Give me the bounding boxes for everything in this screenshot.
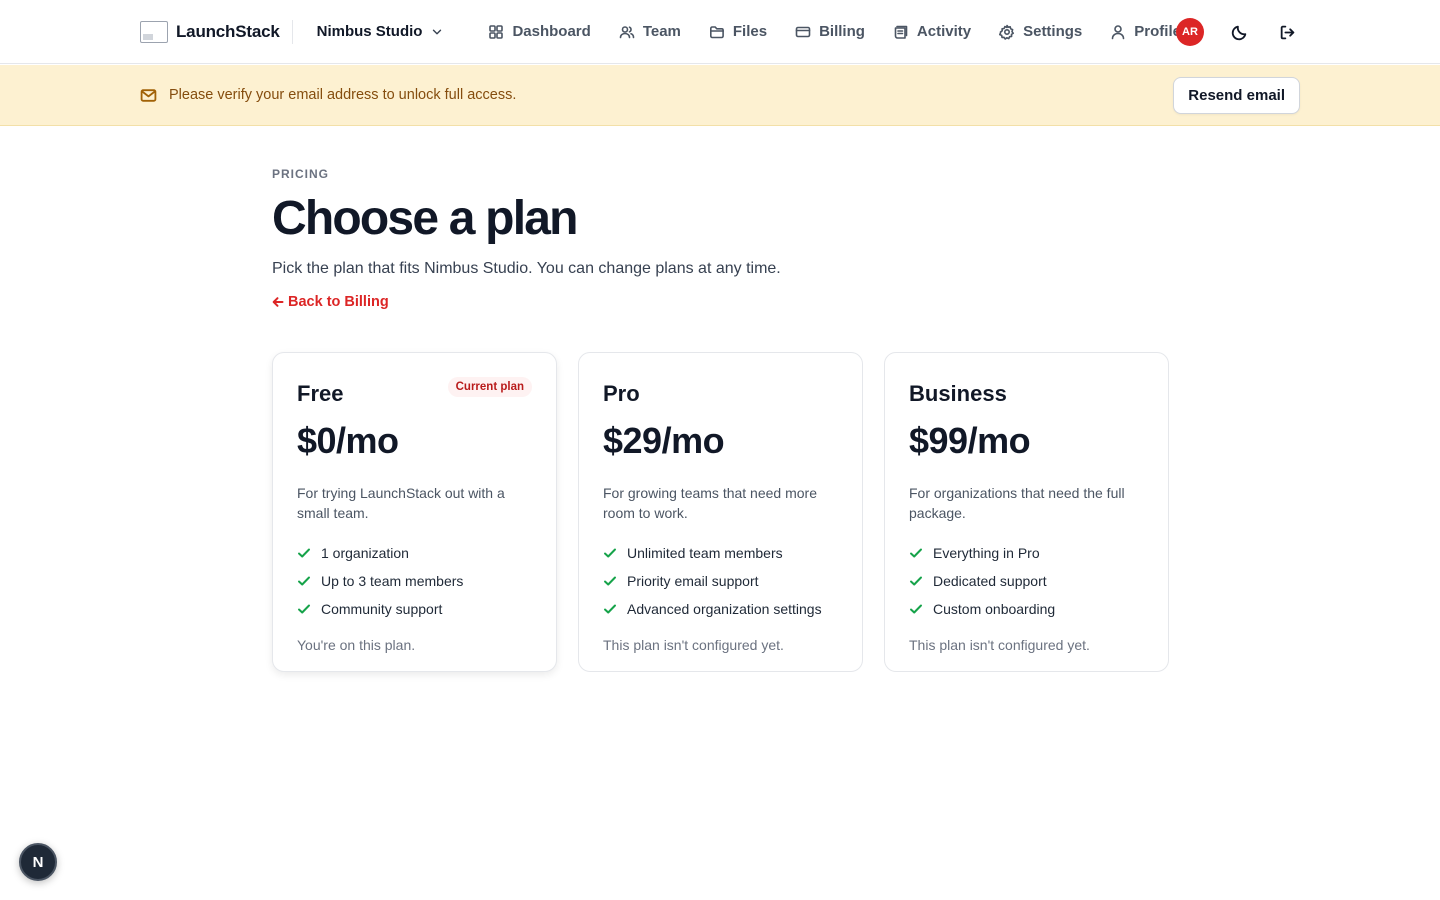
plan-price: $0/mo: [297, 420, 399, 462]
feature-label: Up to 3 team members: [321, 572, 464, 589]
chevron-down-icon: [433, 29, 442, 34]
feature-label: Advanced organization settings: [627, 600, 822, 617]
activity-log-icon: [894, 25, 908, 39]
check-icon: [910, 604, 922, 614]
dashboard-icon: [489, 24, 504, 39]
brand[interactable]: LaunchStack: [140, 20, 280, 43]
plan-card-free: Current plan Free $0/mo For trying Launc…: [272, 352, 557, 672]
arrow-left-icon: [272, 296, 284, 307]
plan-status: This plan isn't configured yet.: [603, 636, 784, 653]
back-to-billing-link[interactable]: Back to Billing: [272, 294, 389, 310]
folder-icon: [709, 25, 724, 38]
page-title: Choose a plan: [272, 192, 578, 245]
feature-label: Everything in Pro: [933, 544, 1040, 561]
plan-price: $29/mo: [603, 420, 725, 462]
mail-icon: [140, 88, 157, 102]
page-eyebrow: PRICING: [272, 167, 330, 181]
plan-features: Unlimited team members Priority email su…: [603, 539, 838, 623]
feature-item: Advanced organization settings: [603, 595, 838, 623]
feature-label: Community support: [321, 600, 443, 617]
plan-card-pro: Pro $29/mo For growing teams that need m…: [578, 352, 863, 672]
logout-icon: [1280, 25, 1294, 39]
main-nav: Dashboard Team Files Billing Activity Se…: [488, 23, 1181, 40]
check-icon: [298, 548, 310, 558]
nav-item-label: Files: [732, 23, 768, 40]
pricing-page: PRICING Choose a plan Pick the plan that…: [272, 126, 1169, 672]
moon-icon: [1231, 25, 1246, 40]
feature-item: Everything in Pro: [909, 539, 1144, 567]
check-icon: [298, 604, 310, 614]
plan-price: $99/mo: [909, 420, 1031, 462]
brand-name: LaunchStack: [176, 21, 280, 41]
nav-item-settings[interactable]: Settings: [999, 23, 1082, 40]
top-navbar: LaunchStack Nimbus Studio Dashboard Team…: [0, 0, 1440, 64]
feature-item: Custom onboarding: [909, 595, 1144, 623]
users-icon: [619, 25, 635, 38]
feature-item: Up to 3 team members: [297, 567, 532, 595]
check-icon: [910, 548, 922, 558]
feature-label: Custom onboarding: [933, 600, 1056, 617]
nav-item-team[interactable]: Team: [619, 23, 681, 40]
nav-item-dashboard[interactable]: Dashboard: [488, 23, 591, 40]
theme-toggle-button[interactable]: [1226, 19, 1252, 45]
plan-cards: Current plan Free $0/mo For trying Launc…: [272, 352, 1169, 672]
user-icon: [1111, 24, 1125, 39]
plan-description: For trying LaunchStack out with a small …: [297, 484, 505, 521]
check-icon: [604, 576, 616, 586]
plan-status: You're on this plan.: [297, 636, 416, 653]
logout-button[interactable]: [1274, 19, 1300, 45]
feature-label: 1 organization: [321, 544, 409, 561]
header-divider: [291, 19, 293, 44]
feature-item: Priority email support: [603, 567, 838, 595]
nav-item-activity[interactable]: Activity: [893, 23, 971, 40]
dev-tools-badge[interactable]: N: [19, 843, 57, 881]
feature-label: Dedicated support: [933, 572, 1047, 589]
resend-email-button[interactable]: Resend email: [1173, 77, 1300, 114]
feature-item: Community support: [297, 595, 532, 623]
org-name: Nimbus Studio: [316, 23, 423, 40]
header-actions: AR: [1176, 0, 1300, 64]
nav-item-label: Settings: [1023, 23, 1083, 40]
feature-item: Dedicated support: [909, 567, 1144, 595]
page-subtitle: Pick the plan that fits Nimbus Studio. Y…: [272, 259, 781, 277]
nav-item-files[interactable]: Files: [709, 23, 767, 40]
plan-features: Everything in Pro Dedicated support Cust…: [909, 539, 1144, 623]
check-icon: [604, 604, 616, 614]
plan-status: This plan isn't configured yet.: [909, 636, 1090, 653]
feature-item: Unlimited team members: [603, 539, 838, 567]
feature-item: 1 organization: [297, 539, 532, 567]
nav-item-label: Profile: [1134, 23, 1181, 40]
plan-name: Business: [909, 381, 1007, 406]
nav-item-label: Team: [642, 23, 681, 40]
avatar[interactable]: AR: [1176, 18, 1204, 46]
banner-text: Please verify your email address to unlo…: [169, 87, 517, 103]
plan-features: 1 organization Up to 3 team members Comm…: [297, 539, 532, 623]
check-icon: [604, 548, 616, 558]
check-icon: [298, 576, 310, 586]
nav-item-profile[interactable]: Profile: [1110, 23, 1181, 40]
brand-logo-image: [140, 20, 168, 43]
gear-icon: [999, 24, 1015, 40]
nav-item-label: Dashboard: [512, 23, 591, 40]
nav-item-billing[interactable]: Billing: [795, 23, 865, 40]
credit-card-icon: [795, 26, 811, 37]
nav-item-label: Billing: [819, 23, 865, 40]
banner-message: Please verify your email address to unlo…: [140, 87, 516, 104]
verify-email-banner: Please verify your email address to unlo…: [0, 65, 1440, 126]
plan-description: For growing teams that need more room to…: [603, 484, 817, 521]
feature-label: Priority email support: [627, 572, 759, 589]
current-plan-badge: Current plan: [447, 377, 532, 397]
check-icon: [910, 576, 922, 586]
plan-name: Pro: [603, 381, 640, 406]
back-link-label: Back to Billing: [288, 293, 389, 310]
plan-card-business: Business $99/mo For organizations that n…: [884, 352, 1169, 672]
feature-label: Unlimited team members: [627, 544, 783, 561]
nav-item-label: Activity: [916, 23, 972, 40]
org-switcher[interactable]: Nimbus Studio: [317, 23, 445, 40]
plan-description: For organizations that need the full pac…: [909, 484, 1125, 521]
